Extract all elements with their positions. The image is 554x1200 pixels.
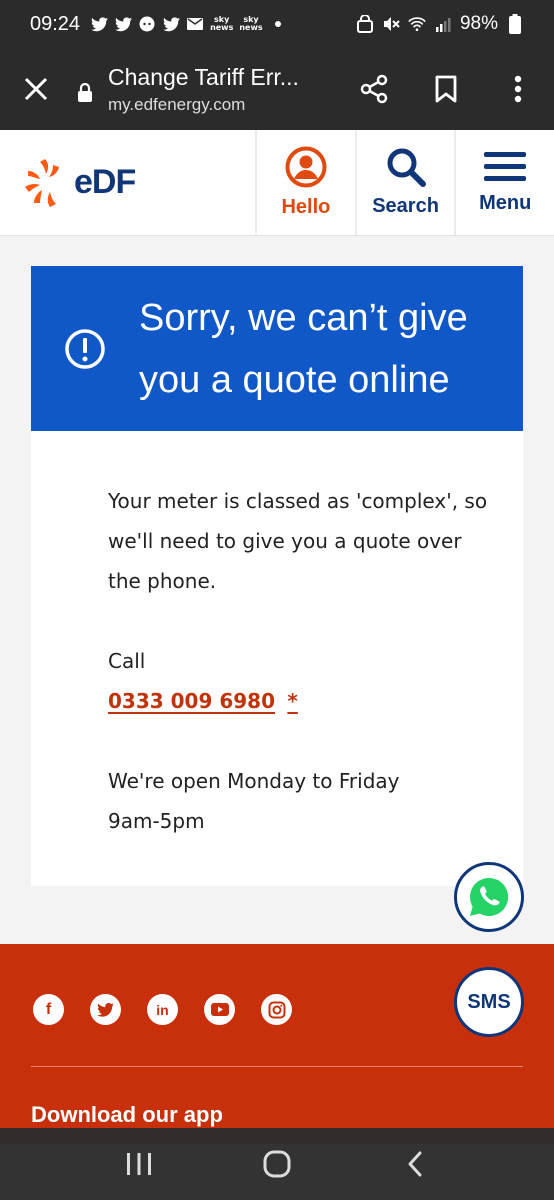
status-time: 09:24 [30,12,81,35]
search-button[interactable]: Search [354,130,455,235]
dot-icon [269,15,287,33]
twitter-icon [90,15,108,33]
back-button[interactable] [385,1134,445,1194]
more-vert-icon [514,75,522,103]
logo-text: eDF [74,163,136,201]
opening-times: 9am-5pm [108,809,205,833]
card-body: Your meter is classed as 'complex', so w… [31,431,523,841]
edf-sun-icon [25,158,59,207]
page-title: Change Tariff Err... [108,63,299,90]
alert-title: Sorry, we can’t give you a quote online [139,296,468,401]
search-icon [387,148,426,187]
battery-icon [506,14,524,34]
facebook-icon[interactable]: f [33,994,64,1025]
bookmark-icon [435,75,457,103]
system-nav-bar [0,1128,554,1200]
user-account-icon [285,146,327,188]
more-options-button[interactable] [482,48,554,130]
notification-icons: sky news sky news [90,15,287,33]
sms-button[interactable]: SMS [454,967,524,1037]
instagram-icon[interactable] [261,994,292,1025]
twitter-icon [162,15,180,33]
site-header: eDF Hello Search Menu [0,130,554,236]
back-icon [408,1151,422,1177]
alert-banner: Sorry, we can’t give you a quote online [31,266,523,431]
edf-logo[interactable]: eDF [0,130,255,235]
lock-icon [72,83,98,103]
twitter-icon [114,15,132,33]
hello-button[interactable]: Hello [255,130,355,235]
quote-error-card: Sorry, we can’t give you a quote online … [31,266,523,886]
call-block: Call 0333 009 6980 * [108,641,493,721]
hamburger-menu-icon [484,152,527,181]
download-app-heading: Download our app [31,1102,223,1127]
linkedin-icon[interactable]: in [147,994,178,1025]
battery-percent: 98% [459,13,498,34]
complex-meter-message: Your meter is classed as 'complex', so w… [108,489,488,593]
opening-days: We're open Monday to Friday [108,769,400,793]
home-icon [263,1150,291,1178]
recent-apps-button[interactable] [109,1134,169,1194]
share-icon [360,74,388,104]
wifi-icon [408,15,426,33]
close-tab-button[interactable] [0,48,72,130]
reddit-icon [138,15,156,33]
youtube-icon[interactable] [204,994,235,1025]
page-url: my.edfenergy.com [108,94,246,114]
page-info[interactable]: Change Tariff Err... my.edfenergy.com [108,64,338,115]
bookmark-button[interactable] [410,48,482,130]
signal-icon [434,15,452,33]
whatsapp-button[interactable] [454,862,524,932]
sky-news-icon: sky news [210,15,234,32]
share-button[interactable] [338,48,410,130]
menu-label: Menu [479,192,532,214]
phone-footnote-link[interactable]: * [287,689,297,713]
sky-news-icon: sky news [239,15,263,32]
social-links: f in [33,994,292,1025]
home-button[interactable] [247,1134,307,1194]
phone-number-link[interactable]: 0333 009 6980 [108,689,275,713]
recent-apps-icon [127,1153,151,1175]
vpn-icon [356,15,374,33]
alert-icon [31,328,139,370]
call-label: Call [108,649,146,673]
search-label: Search [372,195,439,217]
footer-divider [31,1066,523,1067]
whatsapp-icon [469,877,509,916]
hello-label: Hello [281,196,331,218]
status-bar: 09:24 sky news sky news 98% [0,0,554,48]
twitter-icon[interactable] [90,994,121,1025]
browser-toolbar: Change Tariff Err... my.edfenergy.com [0,48,554,130]
close-icon [24,77,48,101]
menu-button[interactable]: Menu [454,130,554,235]
opening-hours: We're open Monday to Friday 9am-5pm [108,761,493,841]
mail-icon [186,15,204,33]
mute-icon [382,15,400,33]
